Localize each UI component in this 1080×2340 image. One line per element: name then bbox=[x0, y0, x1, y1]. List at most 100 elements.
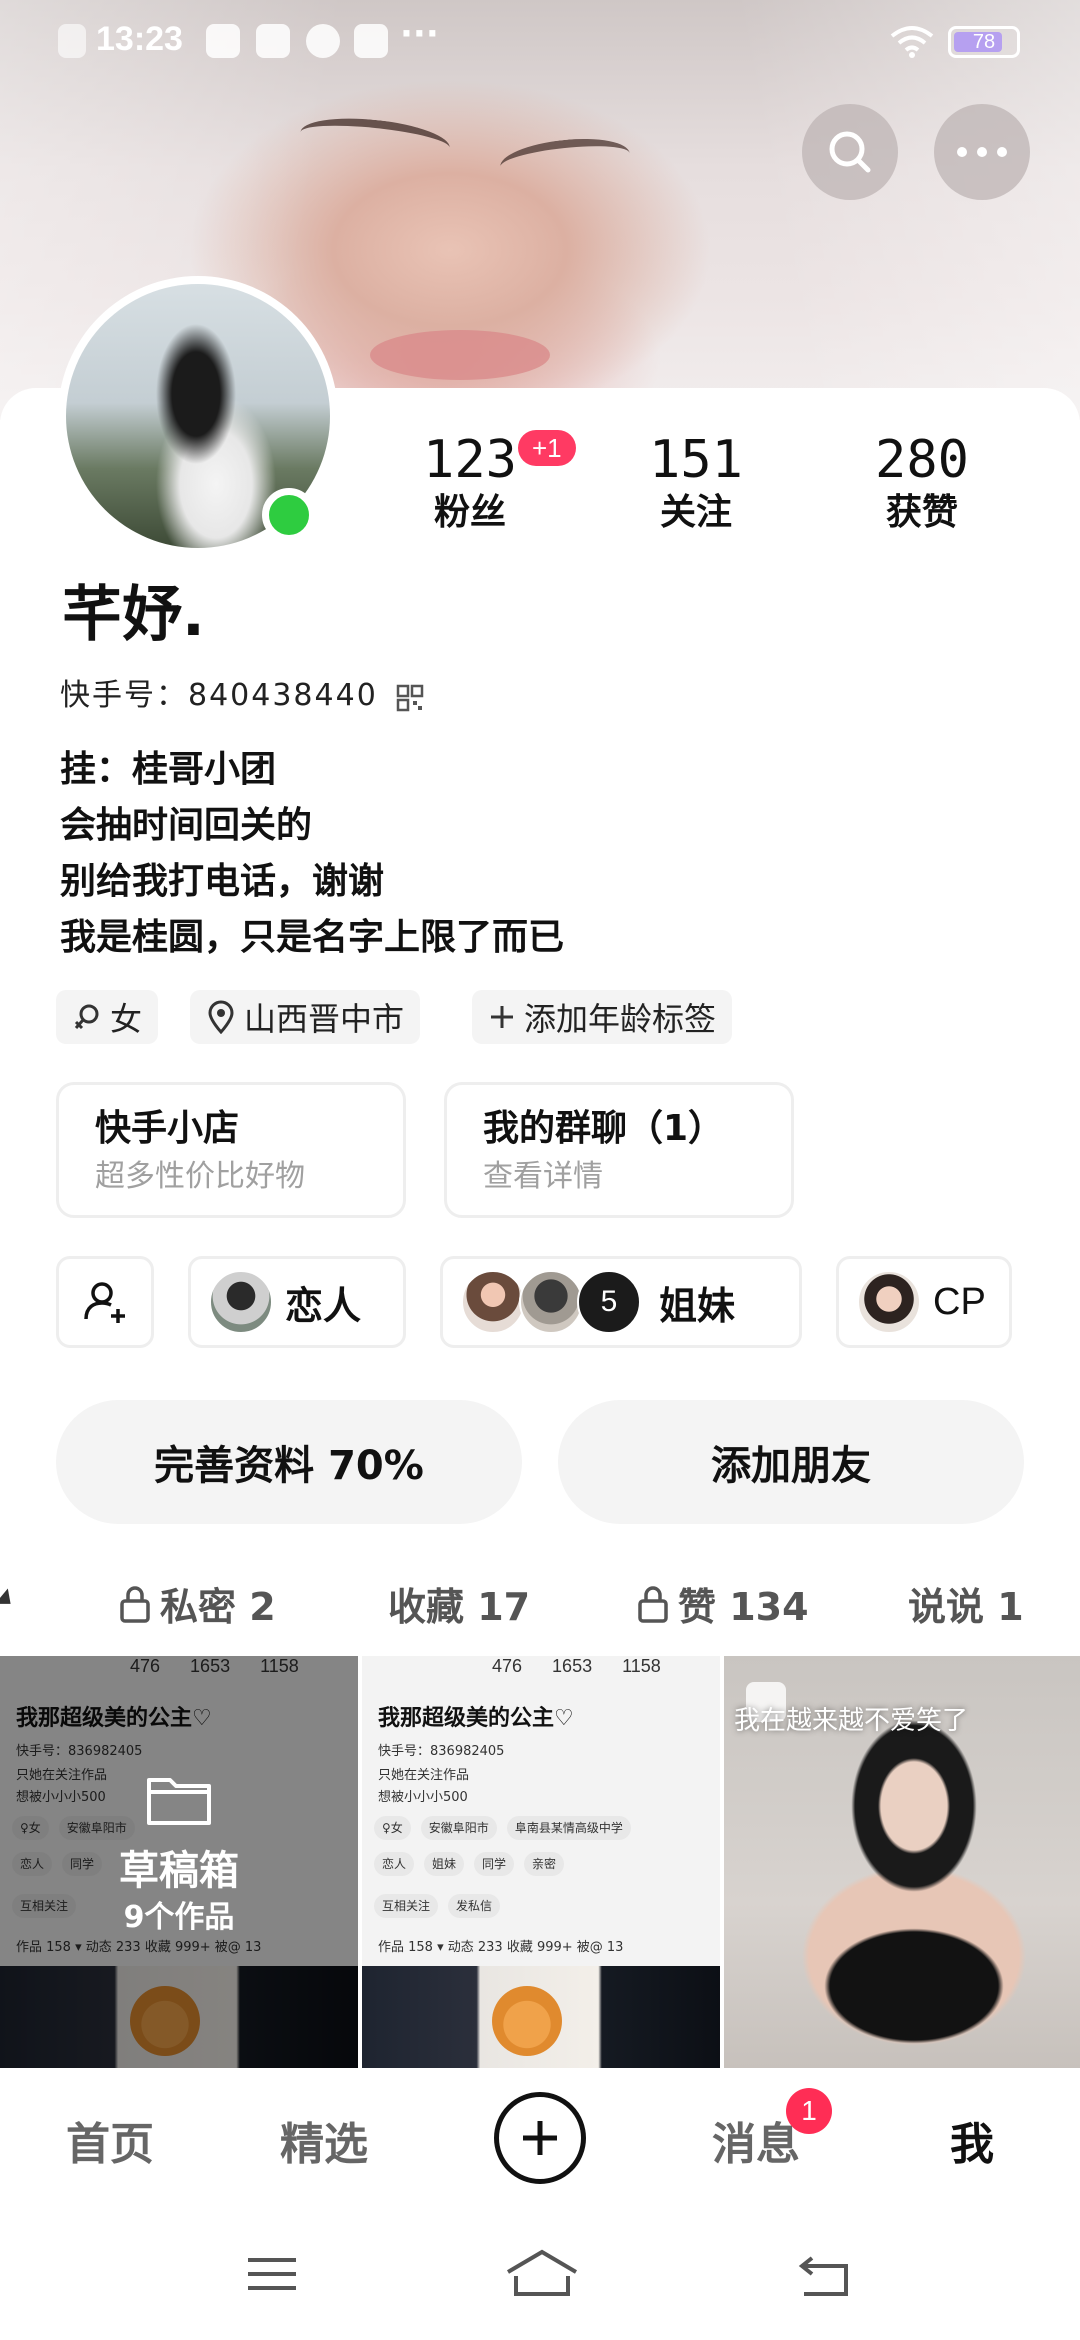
thumb-id: 快手号：836982405 bbox=[378, 1744, 505, 1759]
battery-percent: 78 bbox=[972, 31, 996, 53]
thumb-chip: 恋人 bbox=[374, 1852, 415, 1876]
status-bar: 13:23 ··· 78 bbox=[0, 0, 1080, 86]
bio-line: 会抽时间回关的 bbox=[60, 805, 313, 846]
add-friend-button[interactable]: 添加朋友 bbox=[558, 1400, 1024, 1524]
shop-title: 快手小店 bbox=[95, 1108, 240, 1149]
messages-badge: 1 bbox=[786, 2088, 832, 2134]
search-button[interactable] bbox=[802, 104, 898, 200]
stat-following[interactable]: 151 关注 bbox=[606, 430, 786, 536]
app-notification-icon bbox=[206, 24, 240, 58]
folder-icon bbox=[147, 1778, 211, 1825]
thumb-bio: 只她在关注作品 bbox=[378, 1768, 470, 1783]
thumb-chip: 阜南县某情高级中学 bbox=[506, 1816, 631, 1840]
new-follower-badge: +1 bbox=[518, 430, 576, 466]
thumb-stat: 1653 bbox=[552, 1656, 593, 1676]
thumb-tags: ♀女 安徽阜阳市 阜南县某情高级中学 bbox=[374, 1816, 631, 1840]
nav-me[interactable]: 我 bbox=[950, 2108, 994, 2172]
photo-caption: 我在越来越不爱笑了 bbox=[734, 1706, 969, 1736]
relation-sisters[interactable]: 5 姐妹 bbox=[440, 1256, 802, 1348]
close-notification-icon bbox=[58, 24, 86, 58]
online-status-indicator bbox=[262, 488, 316, 542]
followers-label: 粉丝 bbox=[433, 492, 506, 533]
complete-profile-button[interactable]: 完善资料 70% bbox=[56, 1400, 522, 1524]
menu-icon[interactable] bbox=[244, 2254, 300, 2294]
home-icon[interactable] bbox=[504, 2248, 580, 2298]
bio-line: 挂：桂哥小团 bbox=[60, 749, 277, 790]
back-icon[interactable] bbox=[796, 2252, 852, 2298]
thumb-tabs: 作品 158 ▾ 动态 233 收藏 999+ 被@ 13 bbox=[378, 1940, 624, 1955]
thumb-buttons: 互相关注 发私信 bbox=[374, 1894, 501, 1918]
thumb-stat: 476 bbox=[492, 1656, 523, 1676]
thumb-relations: 恋人 姐妹 同学 亲密 bbox=[374, 1852, 565, 1876]
add-relation-button[interactable] bbox=[56, 1256, 154, 1348]
app-notification-icon bbox=[256, 24, 290, 58]
thumb-name: 我那超级美的公主♡ bbox=[378, 1706, 574, 1731]
system-navigation-bar bbox=[0, 2208, 1080, 2340]
cover-eye bbox=[298, 112, 452, 168]
tab-likes[interactable]: 赞 134 bbox=[636, 1576, 809, 1631]
works-grid: 476 1653 1158 我那超级美的公主♡ 快手号：836982405 只她… bbox=[0, 1656, 1080, 2068]
kuaishou-shop-card[interactable]: 快手小店 超多性价比好物 bbox=[56, 1082, 406, 1218]
location-tag-label: 山西晋中市 bbox=[244, 1000, 405, 1038]
female-icon bbox=[74, 1004, 99, 1030]
tab-likes-label: 赞 134 bbox=[678, 1585, 809, 1629]
sister-avatar bbox=[461, 1270, 525, 1334]
thumbnail-profile-screenshot: 476 1653 1158 我那超级美的公主♡ 快手号：836982405 只她… bbox=[362, 1656, 720, 1966]
group-chat-subtitle: 查看详情 bbox=[483, 1159, 603, 1194]
cp-avatar bbox=[857, 1270, 921, 1334]
relation-lover[interactable]: 恋人 bbox=[188, 1256, 406, 1348]
group-chat-card[interactable]: 我的群聊（1） 查看详情 bbox=[444, 1082, 794, 1218]
content-tabs: 私密 2 收藏 17 赞 134 说说 1 bbox=[0, 1568, 1080, 1644]
tab-favorites[interactable]: 收藏 17 bbox=[388, 1576, 530, 1631]
lock-icon bbox=[638, 1585, 668, 1623]
tab-private[interactable]: 私密 2 bbox=[118, 1576, 276, 1631]
thumb-chip: 互相关注 bbox=[374, 1894, 439, 1918]
sister-avatar bbox=[519, 1270, 583, 1334]
lover-avatar bbox=[209, 1270, 273, 1334]
drafts-count: 9个作品 bbox=[123, 1900, 235, 1935]
search-icon bbox=[829, 131, 871, 173]
wifi-icon bbox=[890, 26, 934, 58]
nav-home[interactable]: 首页 bbox=[66, 2108, 154, 2172]
work-tile[interactable]: 我在越来越不爱笑了 bbox=[724, 1656, 1080, 2068]
lock-icon bbox=[120, 1585, 150, 1623]
likes-label: 获赞 bbox=[885, 492, 958, 533]
nav-featured[interactable]: 精选 bbox=[280, 2108, 368, 2172]
thumb-chip: ♀女 bbox=[374, 1816, 411, 1840]
bottom-navigation: 首页 精选 消息 1 我 bbox=[0, 2068, 1080, 2208]
location-icon bbox=[208, 1000, 234, 1034]
more-dots-icon bbox=[957, 147, 1007, 157]
relation-cp[interactable]: CP bbox=[836, 1256, 1012, 1348]
add-age-tag-label: 添加年龄标签 bbox=[524, 1000, 717, 1038]
cat-image bbox=[492, 1986, 562, 2056]
gender-tag[interactable]: 女 bbox=[56, 990, 159, 1044]
work-tile[interactable]: 476 1653 1158 我那超级美的公主♡ 快手号：836982405 只她… bbox=[362, 1656, 720, 2068]
tab-moments-label: 说说 1 bbox=[908, 1585, 1024, 1629]
bio: 挂：桂哥小团 会抽时间回关的 别给我打电话，谢谢 我是桂圆，只是名字上限了而已 bbox=[60, 742, 564, 966]
sisters-label: 姐妹 bbox=[659, 1283, 736, 1328]
app-notification-icon bbox=[306, 24, 340, 58]
bio-line: 别给我打电话，谢谢 bbox=[60, 861, 385, 902]
kuaishou-id[interactable]: 快手号：840438440 bbox=[60, 676, 378, 716]
thumb-chip: 亲密 bbox=[524, 1852, 565, 1876]
add-age-tag[interactable]: 添加年龄标签 bbox=[472, 990, 733, 1044]
following-count: 151 bbox=[649, 430, 743, 490]
tab-moments[interactable]: 说说 1 bbox=[908, 1576, 1024, 1631]
status-time: 13:23 bbox=[96, 20, 183, 58]
create-button[interactable] bbox=[494, 2092, 586, 2184]
plus-icon bbox=[491, 1006, 513, 1028]
lover-label: 恋人 bbox=[285, 1283, 362, 1328]
drafts-title: 草稿箱 bbox=[119, 1848, 239, 1894]
tab-private-label: 私密 2 bbox=[160, 1585, 276, 1629]
thumb-stats: 476 1653 1158 bbox=[492, 1656, 661, 1677]
thumb-stat: 1158 bbox=[622, 1656, 661, 1676]
thumb-bio: 想被小小小500 bbox=[378, 1790, 468, 1805]
qr-code-icon[interactable] bbox=[396, 684, 424, 712]
more-options-button[interactable] bbox=[934, 104, 1030, 200]
stat-likes[interactable]: 280 获赞 bbox=[832, 430, 1012, 536]
likes-count: 280 bbox=[875, 430, 969, 490]
thumb-chip: 姐妹 bbox=[424, 1852, 465, 1876]
location-tag[interactable]: 山西晋中市 bbox=[190, 990, 421, 1044]
following-label: 关注 bbox=[659, 492, 732, 533]
drafts-tile[interactable]: 476 1653 1158 我那超级美的公主♡ 快手号：836982405 只她… bbox=[0, 1656, 358, 2068]
